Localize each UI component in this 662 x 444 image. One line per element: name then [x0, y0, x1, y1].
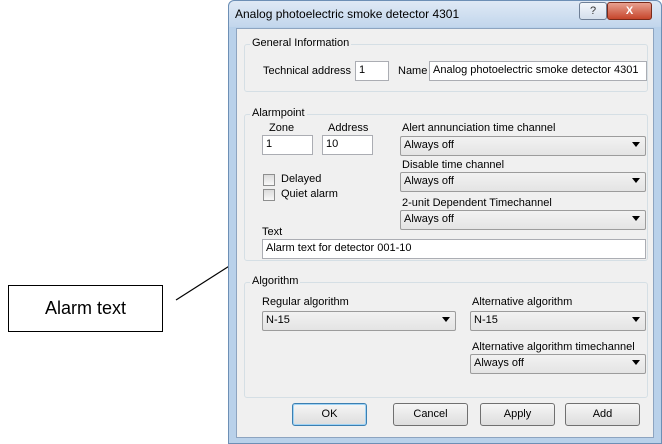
- title-bar[interactable]: Analog photoelectric smoke detector 4301…: [229, 1, 661, 27]
- name-input[interactable]: Analog photoelectric smoke detector 4301: [429, 61, 647, 81]
- add-button[interactable]: Add: [565, 403, 640, 426]
- alarmpoint-group: Alarmpoint Zone 1 Address 10 Alert annun…: [244, 107, 648, 261]
- zone-input[interactable]: 1: [262, 135, 313, 155]
- regular-algorithm-label: Regular algorithm: [262, 296, 349, 308]
- delayed-label: Delayed: [281, 173, 322, 185]
- address-input[interactable]: 10: [322, 135, 373, 155]
- chevron-down-icon: [632, 360, 640, 365]
- name-label: Name: [398, 65, 428, 77]
- regular-algorithm-select[interactable]: N-15: [262, 311, 456, 331]
- text-label: Text: [262, 226, 283, 238]
- regular-algorithm-value: N-15: [266, 314, 290, 326]
- twounit-channel-label: 2-unit Dependent Timechannel: [402, 197, 552, 209]
- alternative-algorithm-value: N-15: [474, 314, 498, 326]
- window-title: Analog photoelectric smoke detector 4301: [235, 7, 460, 21]
- chevron-down-icon: [632, 216, 640, 221]
- chevron-down-icon: [632, 178, 640, 183]
- disable-channel-value: Always off: [404, 175, 454, 187]
- quiet-alarm-checkbox[interactable]: [263, 189, 275, 201]
- chevron-down-icon: [632, 317, 640, 322]
- alternative-algorithm-label: Alternative algorithm: [472, 296, 573, 308]
- technical-address-label: Technical address: [263, 65, 352, 77]
- alarmpoint-label: Alarmpoint: [250, 107, 307, 119]
- general-info-label: General Information: [250, 37, 352, 49]
- alert-channel-label: Alert annunciation time channel: [402, 122, 556, 134]
- quiet-alarm-label: Quiet alarm: [281, 188, 338, 200]
- alternative-algorithm-select[interactable]: N-15: [470, 311, 646, 331]
- close-button[interactable]: X: [607, 2, 652, 20]
- alert-channel-select[interactable]: Always off: [400, 136, 646, 156]
- alert-channel-value: Always off: [404, 139, 454, 151]
- alt-timechannel-value: Always off: [474, 357, 524, 369]
- disable-channel-select[interactable]: Always off: [400, 172, 646, 192]
- alt-timechannel-label: Alternative algorithm timechannel: [472, 341, 635, 353]
- technical-address-input[interactable]: 1: [355, 61, 389, 81]
- chevron-down-icon: [632, 142, 640, 147]
- help-button[interactable]: ?: [579, 2, 607, 20]
- delayed-checkbox[interactable]: [263, 174, 275, 186]
- general-info-group: General Information Technical address 1 …: [244, 37, 648, 92]
- twounit-channel-select[interactable]: Always off: [400, 210, 646, 230]
- twounit-channel-value: Always off: [404, 213, 454, 225]
- detector-dialog: Analog photoelectric smoke detector 4301…: [228, 0, 662, 444]
- cancel-button[interactable]: Cancel: [393, 403, 468, 426]
- chevron-down-icon: [442, 317, 450, 322]
- apply-button[interactable]: Apply: [480, 403, 555, 426]
- alarm-text-input[interactable]: Alarm text for detector 001-10: [262, 239, 646, 259]
- disable-channel-label: Disable time channel: [402, 159, 505, 171]
- ok-button[interactable]: OK: [292, 403, 367, 426]
- algorithm-group: Algorithm Regular algorithm N-15 Alterna…: [244, 275, 648, 398]
- dialog-client-area: General Information Technical address 1 …: [236, 28, 654, 438]
- algorithm-label: Algorithm: [250, 275, 301, 287]
- zone-label: Zone: [269, 122, 295, 134]
- address-label: Address: [328, 122, 369, 134]
- alt-timechannel-select[interactable]: Always off: [470, 354, 646, 374]
